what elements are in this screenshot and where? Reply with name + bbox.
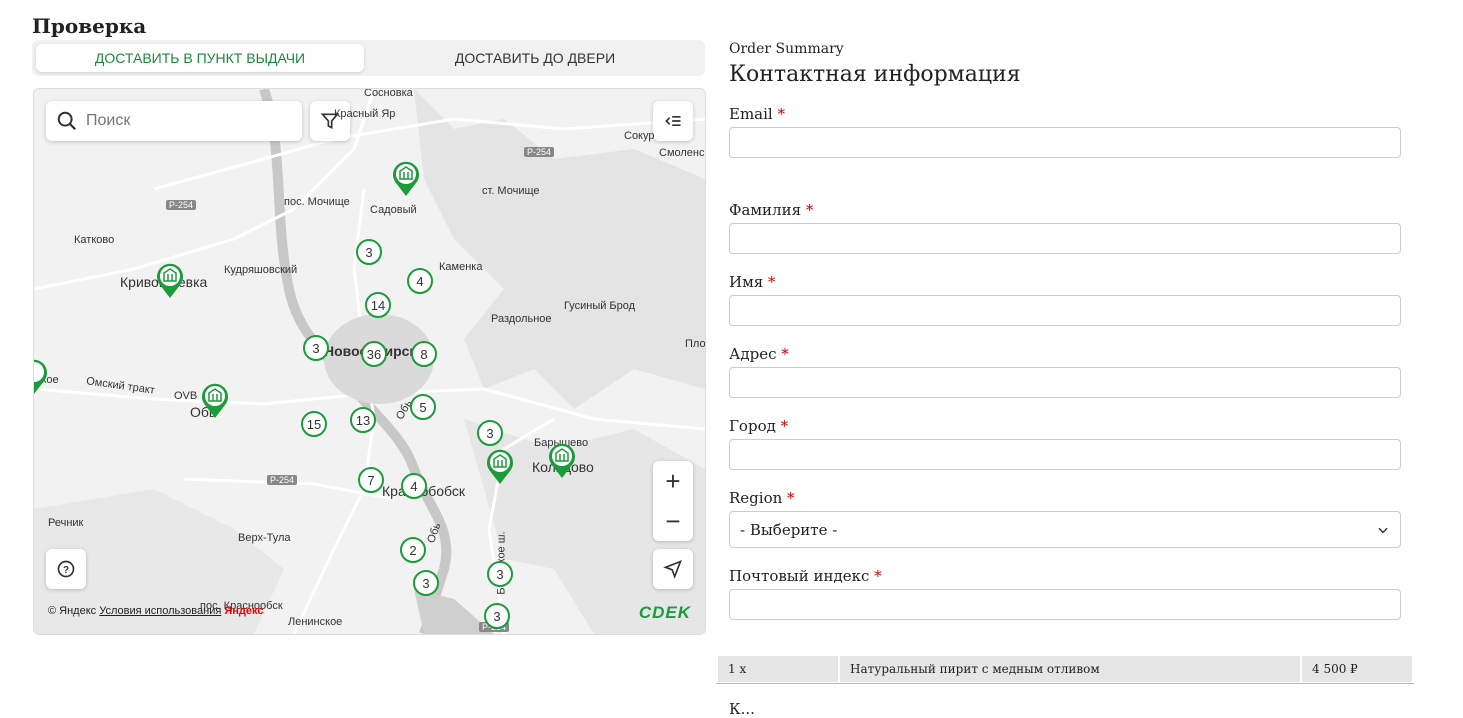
pickup-point-pin-icon[interactable] xyxy=(548,443,576,479)
place-label: Верх-Тула xyxy=(238,532,291,544)
place-label: Раздольное xyxy=(491,313,552,325)
tab-door-delivery[interactable]: ДОСТАВИТЬ ДО ДВЕРИ xyxy=(369,44,701,72)
delivery-map[interactable]: + − ? Р-254 Р-254 Р-254 Р-254 Сосновка К… xyxy=(33,88,706,635)
terms-link[interactable]: Условия использования xyxy=(99,605,221,617)
lastname-field[interactable] xyxy=(729,223,1401,254)
svg-text:?: ? xyxy=(63,565,69,576)
zip-field[interactable] xyxy=(729,589,1401,620)
pickup-point-pin-icon[interactable] xyxy=(156,263,184,299)
address-label: Адрес * xyxy=(729,345,789,363)
map-cluster-marker[interactable]: 3 xyxy=(303,335,329,361)
geolocation-button[interactable] xyxy=(653,549,693,589)
firstname-label: Имя * xyxy=(729,273,776,291)
map-cluster-marker[interactable]: 3 xyxy=(484,603,510,629)
email-label: Email * xyxy=(729,105,785,123)
pickup-point-pin-icon[interactable] xyxy=(33,359,48,395)
zoom-out-button[interactable]: − xyxy=(653,501,693,541)
search-icon xyxy=(57,111,77,131)
pickup-point-pin-icon[interactable] xyxy=(201,383,229,419)
item-name: Натуральный пирит с медным отливом xyxy=(838,654,1302,684)
place-label: Кудряшовский xyxy=(224,264,298,276)
place-label: Садовый xyxy=(370,204,417,216)
cdek-logo: CDEK xyxy=(638,603,691,622)
list-toggle-button[interactable] xyxy=(653,101,693,141)
place-label: Гусиный Брод xyxy=(564,300,636,312)
map-copyright: © Яндекс Условия использования Яндекс xyxy=(48,605,264,617)
pickup-point-pin-icon[interactable] xyxy=(392,161,420,197)
place-label: OVB xyxy=(174,390,198,402)
place-label: Ленинское xyxy=(288,616,343,628)
region-selected-value: - Выберите - xyxy=(740,520,838,539)
place-label: Речник xyxy=(48,517,84,529)
map-cluster-marker[interactable]: 7 xyxy=(358,467,384,493)
map-cluster-marker[interactable]: 4 xyxy=(401,473,427,499)
order-items-table: 1 x Натуральный пирит с медным отливом 4… xyxy=(716,654,1414,684)
map-cluster-marker[interactable]: 2 xyxy=(400,537,426,563)
map-cluster-marker[interactable]: 3 xyxy=(477,420,503,446)
map-cluster-marker[interactable]: 4 xyxy=(407,268,433,294)
place-label: Каменка xyxy=(439,261,483,273)
place-label: Пло xyxy=(685,338,706,350)
chevron-down-icon xyxy=(1378,527,1388,533)
map-cluster-marker[interactable]: 8 xyxy=(411,341,437,367)
map-cluster-marker[interactable]: 3 xyxy=(487,561,513,587)
contact-info-title: Контактная информация xyxy=(729,62,1021,87)
item-qty: 1 x xyxy=(716,654,840,684)
place-label: Смоленс xyxy=(659,147,705,159)
item-price: 4 500 ₽ xyxy=(1300,654,1414,684)
region-select[interactable]: - Выберите - xyxy=(729,511,1401,548)
road-label: Р-254 xyxy=(524,147,555,157)
zoom-controls: + − xyxy=(653,461,693,541)
road-label: Р-254 xyxy=(267,475,298,485)
cut-off-text: К... xyxy=(729,700,755,718)
zip-label: Почтовый индекс * xyxy=(729,567,882,585)
city-label: Город * xyxy=(729,417,789,435)
order-summary-header: Order Summary xyxy=(729,41,844,57)
map-cluster-marker[interactable]: 13 xyxy=(350,407,376,433)
map-search-input[interactable] xyxy=(84,111,288,131)
place-label: Катково xyxy=(74,234,115,246)
map-cluster-marker[interactable]: 14 xyxy=(365,292,391,318)
map-cluster-marker[interactable]: 36 xyxy=(361,341,387,367)
divider xyxy=(716,683,1414,684)
road-label: Р-254 xyxy=(166,200,197,210)
place-label: Сосновка xyxy=(364,88,413,99)
list-panel-icon xyxy=(665,116,681,126)
delivery-tabs: ДОСТАВИТЬ В ПУНКТ ВЫДАЧИ ДОСТАВИТЬ ДО ДВ… xyxy=(32,40,705,76)
copyright-text: © Яндекс xyxy=(48,605,97,617)
address-field[interactable] xyxy=(729,367,1401,398)
place-label: пос. Мочище xyxy=(284,196,350,208)
pickup-point-pin-icon[interactable] xyxy=(486,449,514,485)
email-field[interactable] xyxy=(729,127,1401,158)
zoom-in-button[interactable]: + xyxy=(653,461,693,501)
place-label: ст. Мочище xyxy=(482,185,540,197)
tab-pickup-point[interactable]: ДОСТАВИТЬ В ПУНКТ ВЫДАЧИ xyxy=(36,44,364,72)
help-button[interactable]: ? xyxy=(46,549,86,589)
question-icon: ? xyxy=(57,560,75,578)
map-cluster-marker[interactable]: 5 xyxy=(410,394,436,420)
navigation-arrow-icon xyxy=(663,560,682,579)
yandex-logo: Яндекс xyxy=(224,605,264,617)
map-cluster-marker[interactable]: 3 xyxy=(413,570,439,596)
place-label: Сокур xyxy=(624,130,655,142)
filter-button[interactable] xyxy=(310,101,350,141)
city-field[interactable] xyxy=(729,439,1401,470)
lastname-label: Фамилия * xyxy=(729,201,814,219)
page-title: Проверка xyxy=(32,14,147,38)
map-cluster-marker[interactable]: 3 xyxy=(356,239,382,265)
map-search[interactable] xyxy=(46,101,302,141)
map-cluster-marker[interactable]: 15 xyxy=(301,411,327,437)
firstname-field[interactable] xyxy=(729,295,1401,326)
region-label: Region * xyxy=(729,489,795,507)
place-label: Красный Яр xyxy=(334,108,396,120)
table-row: 1 x Натуральный пирит с медным отливом 4… xyxy=(716,654,1414,684)
